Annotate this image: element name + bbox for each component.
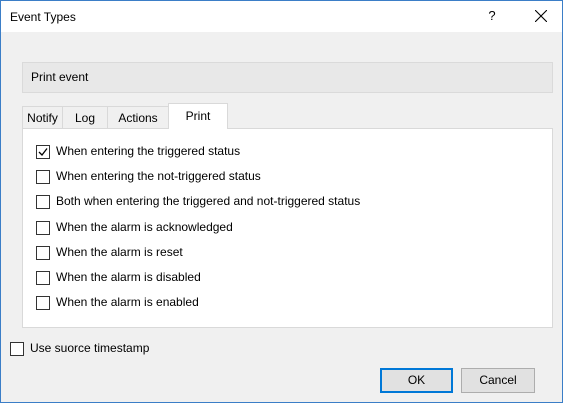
- event-header-box: Print event: [22, 62, 553, 93]
- print-option-checkbox[interactable]: [36, 170, 50, 184]
- print-option-label: When the alarm is enabled: [56, 295, 199, 309]
- print-option-label: When entering the triggered status: [56, 144, 241, 158]
- print-option-checkbox[interactable]: [36, 221, 50, 235]
- title-bar: Event Types ?: [1, 1, 562, 32]
- tab-print[interactable]: Print: [168, 103, 228, 129]
- dialog-title: Event Types: [10, 10, 76, 24]
- event-types-dialog: Event Types ? Print event Notify Log Act…: [0, 0, 563, 403]
- tab-log[interactable]: Log: [62, 106, 108, 128]
- checkmark-icon: [38, 148, 48, 156]
- close-icon: [535, 10, 547, 22]
- print-option-label: When the alarm is acknowledged: [56, 220, 233, 234]
- use-source-timestamp-label: Use suorce timestamp: [30, 341, 150, 355]
- use-source-timestamp-checkbox[interactable]: [10, 342, 24, 356]
- close-button[interactable]: [528, 3, 554, 29]
- tab-actions[interactable]: Actions: [107, 106, 169, 128]
- tab-notify[interactable]: Notify: [22, 106, 63, 128]
- print-option-checkbox[interactable]: [36, 296, 50, 310]
- print-option-checkbox[interactable]: [36, 246, 50, 260]
- print-option-checkbox[interactable]: [36, 195, 50, 209]
- print-option-label: When the alarm is reset: [56, 245, 183, 259]
- print-option-checkbox[interactable]: [36, 145, 50, 159]
- print-option-checkbox[interactable]: [36, 271, 50, 285]
- cancel-button[interactable]: Cancel: [461, 368, 535, 393]
- event-header-label: Print event: [31, 70, 89, 84]
- print-option-label: Both when entering the triggered and not…: [56, 194, 361, 208]
- help-button[interactable]: ?: [479, 3, 505, 29]
- print-tab-panel: When entering the triggered status When …: [22, 128, 553, 328]
- print-option-label: When entering the not-triggered status: [56, 169, 261, 183]
- print-option-label: When the alarm is disabled: [56, 270, 201, 284]
- ok-button[interactable]: OK: [380, 368, 453, 393]
